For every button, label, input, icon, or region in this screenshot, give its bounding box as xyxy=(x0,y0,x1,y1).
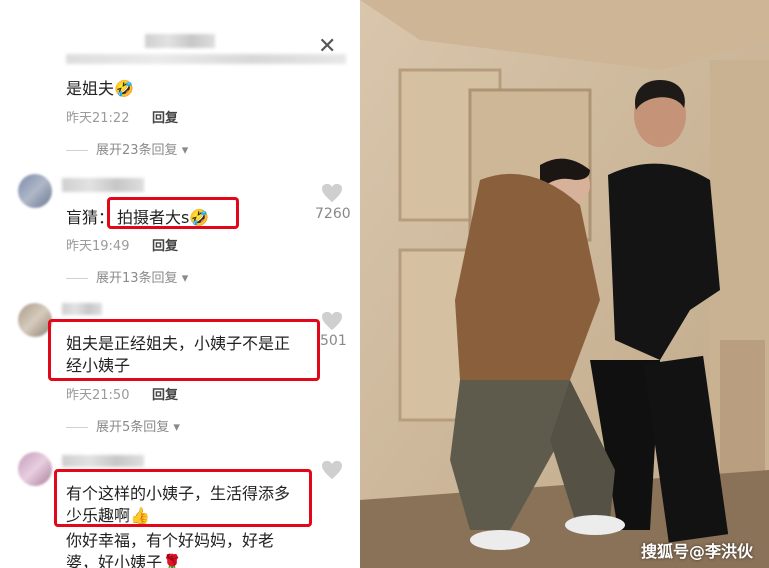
heart-icon[interactable] xyxy=(321,183,343,203)
highlight-box xyxy=(107,197,239,229)
comment-4-username-blurred xyxy=(62,455,144,467)
comment-1-reply-button[interactable]: 回复 xyxy=(152,107,178,126)
comment-1-partial-text xyxy=(66,54,346,64)
comment-4-text-line4: 婆，好小姨子🌹 xyxy=(66,553,182,568)
watermark: 搜狐号@李洪伙 xyxy=(641,542,754,561)
avatar[interactable] xyxy=(18,174,52,208)
highlight-box xyxy=(54,469,312,527)
expand-label: 展开5条回复 xyxy=(96,420,170,435)
avatar[interactable] xyxy=(18,303,52,337)
comment-2-username-blurred xyxy=(62,178,144,192)
comment-panel: ✕ 是姐夫🤣 昨天21:22 回复 展开23条回复 ▾ 盲猜： 拍摄者大s🤣 7… xyxy=(0,0,360,568)
expand-label: 展开23条回复 xyxy=(96,143,178,158)
comment-3-time: 昨天21:50 xyxy=(66,388,130,403)
comment-1-text: 是姐夫🤣 xyxy=(66,79,134,98)
comment-2-like-count: 7260 xyxy=(315,206,351,222)
comment-1-time: 昨天21:22 xyxy=(66,111,130,126)
comment-3-expand-replies[interactable]: 展开5条回复 ▾ xyxy=(66,416,180,435)
header-title-blurred xyxy=(145,34,215,48)
comment-4-text-line3: 你好幸福，有个好妈妈，好老 xyxy=(66,531,275,550)
highlight-box xyxy=(48,319,320,381)
comment-1-expand-replies[interactable]: 展开23条回复 ▾ xyxy=(66,139,188,158)
chevron-down-icon: ▾ xyxy=(173,420,180,435)
comment-2-reply-button[interactable]: 回复 xyxy=(152,235,178,254)
photo-scene xyxy=(360,0,769,568)
comment-3-reply-button[interactable]: 回复 xyxy=(152,384,178,403)
comment-2-time: 昨天19:49 xyxy=(66,239,130,254)
video-still-photo xyxy=(360,0,769,568)
heart-icon[interactable] xyxy=(321,460,343,480)
chevron-down-icon: ▾ xyxy=(181,143,189,158)
heart-icon[interactable] xyxy=(321,311,343,331)
avatar[interactable] xyxy=(18,452,52,486)
comment-2-expand-replies[interactable]: 展开13条回复 ▾ xyxy=(66,267,188,286)
comment-3-username-blurred xyxy=(62,303,102,315)
chevron-down-icon: ▾ xyxy=(181,271,189,286)
expand-label: 展开13条回复 xyxy=(96,271,178,286)
comment-3-like-count: 501 xyxy=(320,333,347,349)
